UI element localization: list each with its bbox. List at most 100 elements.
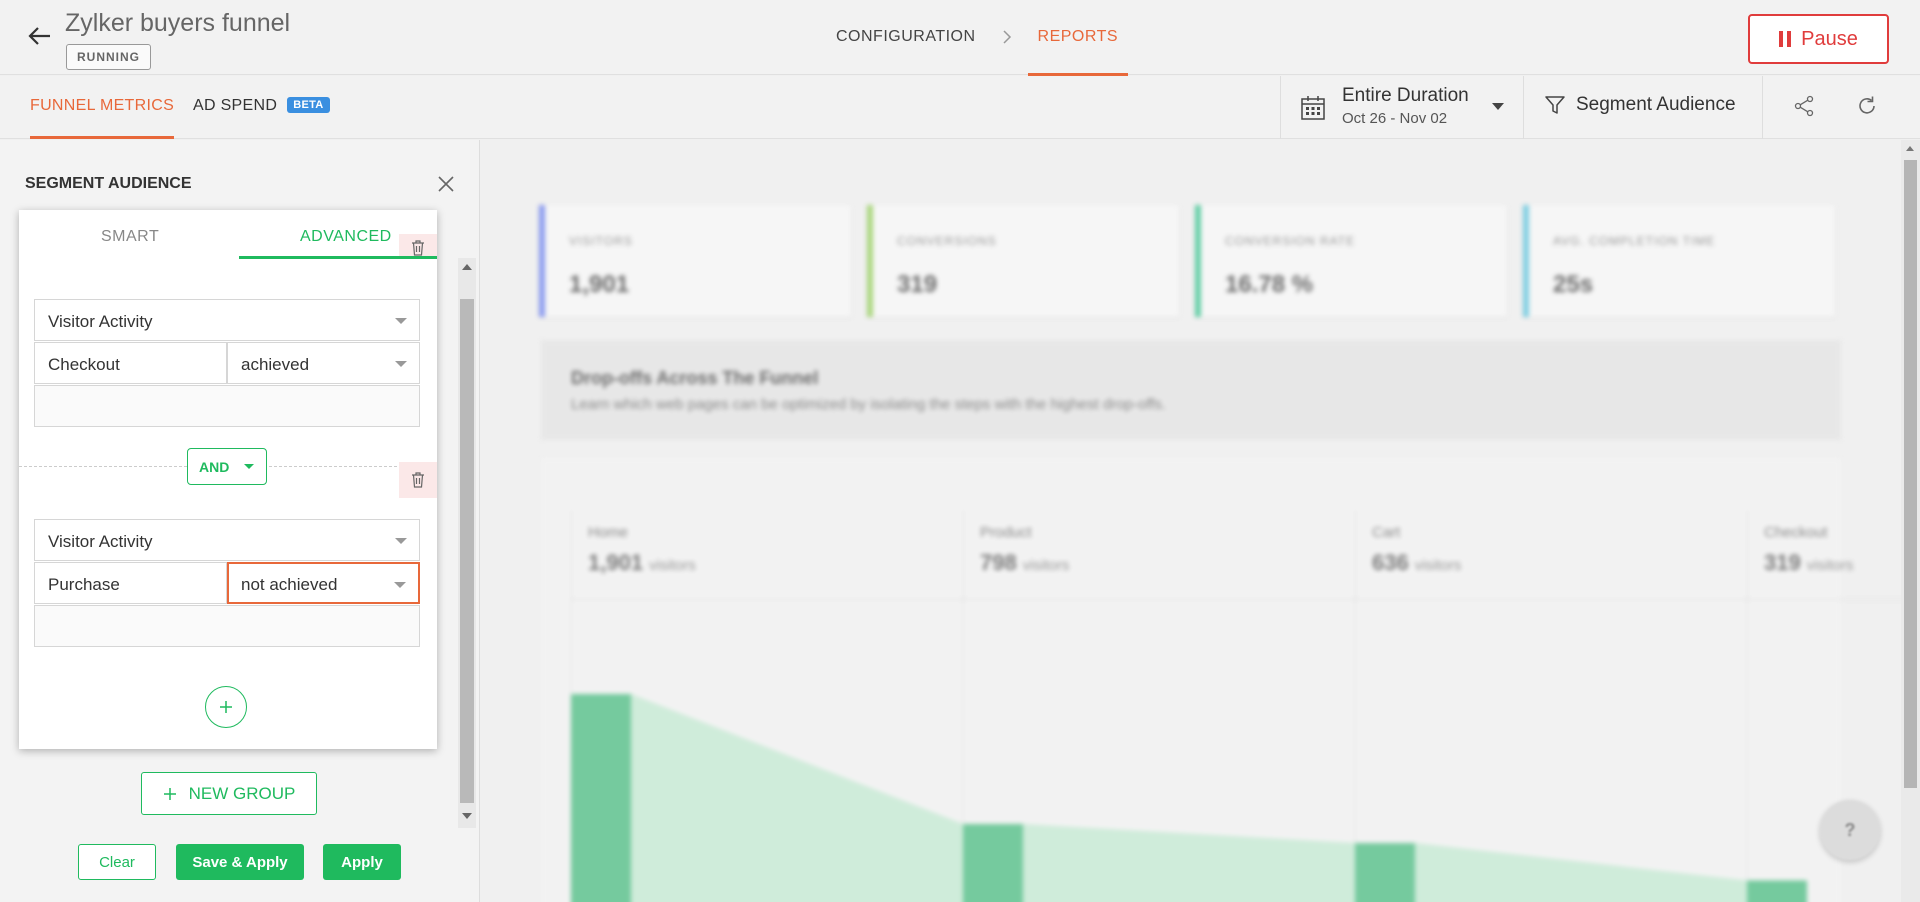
plus-icon bbox=[163, 787, 176, 800]
active-tab-indicator bbox=[239, 256, 437, 259]
metric-label: CONVERSION RATE bbox=[1225, 234, 1356, 248]
funnel-bar[interactable] bbox=[1747, 880, 1807, 902]
tab-funnel-metrics[interactable]: FUNNEL METRICS bbox=[30, 97, 175, 139]
scrollbar-thumb[interactable] bbox=[1904, 160, 1917, 788]
and-operator-select[interactable]: AND bbox=[187, 448, 267, 485]
top-bar: Zylker buyers funnel RUNNING CONFIGURATI… bbox=[0, 0, 1920, 76]
segment-builder-card: SMART ADVANCED Visitor Activity Checkout… bbox=[19, 210, 437, 749]
funnel-stage: Checkout 319 visitors bbox=[1747, 510, 1901, 600]
metric-label: AVG. COMPLETION TIME bbox=[1553, 234, 1716, 248]
pause-icon bbox=[1779, 31, 1792, 47]
goal-field[interactable]: Purchase bbox=[34, 562, 227, 604]
funnel-stage-unit: visitors bbox=[1022, 557, 1070, 574]
goal-field[interactable]: Checkout bbox=[34, 342, 227, 384]
scroll-up-icon[interactable] bbox=[462, 264, 472, 270]
funnel-stage: Cart 636 visitors bbox=[1355, 510, 1747, 600]
funnel-chart: Home 1,901 visitors Product 798 visitors Cart 6… bbox=[541, 458, 1901, 902]
segment-mode-tabs: SMART ADVANCED bbox=[19, 210, 437, 259]
clear-button[interactable]: Clear bbox=[78, 844, 156, 880]
date-range-selector[interactable]: Entire Duration Oct 26 - Nov 02 bbox=[1300, 85, 1510, 131]
scrollbar-thumb[interactable] bbox=[460, 299, 474, 803]
metric-accent bbox=[539, 205, 545, 317]
metric-card-conversions: CONVERSIONS 319 bbox=[867, 205, 1179, 317]
pause-label: Pause bbox=[1801, 27, 1858, 50]
chevron-right-icon bbox=[1003, 30, 1011, 44]
funnel-stage-count: 319 visitors bbox=[1764, 550, 1854, 575]
new-group-label: NEW GROUP bbox=[188, 783, 296, 803]
report-content-blurred: VISITORS 1,901 CONVERSIONS 319 CONVERSIO… bbox=[481, 140, 1901, 902]
scroll-up-icon[interactable] bbox=[1906, 146, 1914, 151]
condition-type-select[interactable]: Visitor Activity bbox=[34, 299, 420, 341]
funnel-dropoff-area bbox=[631, 694, 963, 902]
scroll-down-icon[interactable] bbox=[462, 813, 472, 819]
condition-type-select[interactable]: Visitor Activity bbox=[34, 519, 420, 561]
date-range-title: Entire Duration bbox=[1342, 85, 1469, 106]
funnel-stage-unit: visitors bbox=[1414, 557, 1462, 574]
divider bbox=[1523, 76, 1524, 139]
panel-scrollbar[interactable] bbox=[458, 258, 476, 828]
funnel-stage-count: 798 visitors bbox=[980, 550, 1070, 575]
refresh-icon[interactable] bbox=[1855, 94, 1879, 118]
status-badge: RUNNING bbox=[66, 44, 151, 70]
condition-value-input[interactable] bbox=[34, 385, 420, 427]
chevron-down-icon bbox=[1492, 103, 1504, 110]
metric-accent bbox=[867, 205, 873, 317]
date-range-value: Oct 26 - Nov 02 bbox=[1342, 110, 1448, 127]
tab-ad-spend[interactable]: AD SPEND BETA bbox=[193, 97, 330, 115]
funnel-stage: Home 1,901 visitors bbox=[571, 510, 963, 600]
back-arrow-icon[interactable] bbox=[26, 22, 54, 50]
metric-card-conversion-rate: CONVERSION RATE 16.78 % bbox=[1195, 205, 1507, 317]
experiment-title: Zylker buyers funnel bbox=[65, 9, 291, 37]
segment-audience-panel: SEGMENT AUDIENCE SMART ADVANCED Visitor … bbox=[0, 140, 480, 902]
condition-value-input[interactable] bbox=[34, 605, 420, 647]
dropoff-subtext: Learn which web pages can be optimized b… bbox=[571, 396, 1167, 413]
trash-icon bbox=[412, 240, 424, 256]
breadcrumb-reports[interactable]: REPORTS bbox=[1027, 28, 1128, 76]
funnel-bar[interactable] bbox=[1355, 843, 1415, 902]
funnel-stage-name: Cart bbox=[1372, 524, 1401, 541]
new-group-button[interactable]: NEW GROUP bbox=[141, 772, 317, 815]
funnel-bar[interactable] bbox=[571, 694, 631, 902]
report-content: VISITORS 1,901 CONVERSIONS 319 CONVERSIO… bbox=[481, 140, 1901, 902]
help-button[interactable]: ? bbox=[1820, 800, 1880, 860]
metric-value: 319 bbox=[897, 271, 938, 298]
funnel-dropoff-area bbox=[1415, 843, 1747, 902]
metric-accent bbox=[1195, 205, 1201, 317]
page-scrollbar[interactable] bbox=[1901, 140, 1920, 902]
divider bbox=[1762, 76, 1763, 139]
segment-audience-button[interactable]: Segment Audience bbox=[1544, 94, 1736, 116]
funnel-bar[interactable] bbox=[963, 823, 1023, 902]
tab-advanced[interactable]: ADVANCED bbox=[300, 228, 392, 246]
share-icon[interactable] bbox=[1792, 94, 1816, 118]
beta-badge: BETA bbox=[287, 97, 330, 113]
metric-value: 25s bbox=[1553, 271, 1594, 298]
operator-select[interactable]: achieved bbox=[227, 342, 420, 384]
breadcrumb: CONFIGURATION REPORTS bbox=[836, 28, 1128, 76]
funnel-stage-count: 636 visitors bbox=[1372, 550, 1462, 575]
metric-value: 1,901 bbox=[569, 271, 630, 298]
close-icon[interactable] bbox=[436, 174, 456, 194]
funnel-dropoff-area bbox=[1023, 823, 1355, 902]
funnel-stage-name: Product bbox=[980, 524, 1032, 541]
save-and-apply-button[interactable]: Save & Apply bbox=[176, 844, 304, 880]
delete-condition-button[interactable] bbox=[399, 462, 437, 498]
segment-audience-label: Segment Audience bbox=[1576, 94, 1736, 115]
tab-funnel-metrics-label: FUNNEL METRICS bbox=[30, 97, 175, 114]
breadcrumb-configuration[interactable]: CONFIGURATION bbox=[836, 28, 976, 46]
dropoff-heading: Drop-offs Across The Funnel bbox=[571, 368, 819, 388]
dropoff-header: Drop-offs Across The Funnel Learn which … bbox=[541, 340, 1841, 440]
metric-card-visitors: VISITORS 1,901 bbox=[539, 205, 851, 317]
tab-smart[interactable]: SMART bbox=[101, 228, 159, 246]
funnel-stage-name: Home bbox=[588, 524, 629, 541]
pause-button[interactable]: Pause bbox=[1748, 14, 1889, 64]
panel-title: SEGMENT AUDIENCE bbox=[25, 175, 192, 192]
operator-select[interactable]: not achieved bbox=[227, 562, 420, 604]
plus-icon bbox=[220, 701, 232, 713]
metric-label: CONVERSIONS bbox=[897, 234, 997, 248]
add-condition-button[interactable] bbox=[205, 686, 247, 728]
delete-condition-button[interactable] bbox=[399, 234, 437, 256]
metric-value: 16.78 % bbox=[1225, 271, 1314, 298]
funnel-stage: Product 798 visitors bbox=[963, 510, 1355, 600]
trash-icon bbox=[412, 472, 424, 488]
apply-button[interactable]: Apply bbox=[323, 844, 401, 880]
